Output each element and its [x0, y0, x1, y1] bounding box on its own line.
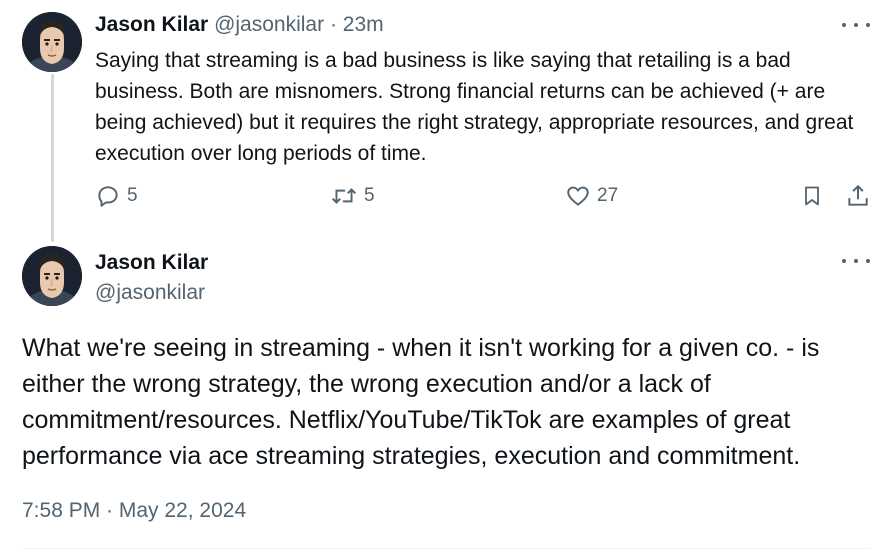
bookmark-button[interactable] [800, 183, 824, 209]
tweet-text: Saying that streaming is a bad business … [95, 49, 854, 165]
author-name[interactable]: Jason Kilar [95, 250, 208, 276]
repost-count: 5 [364, 185, 375, 206]
author-name[interactable]: Jason Kilar [95, 13, 208, 36]
avatar[interactable] [22, 12, 82, 72]
tweet-timestamp[interactable]: 7:58 PM · May 22, 2024 [22, 497, 246, 525]
avatar-illustration [22, 246, 82, 306]
divider [22, 548, 870, 549]
reply-count: 5 [127, 185, 138, 206]
like-icon [567, 186, 589, 206]
reply-icon [98, 186, 118, 207]
avatar[interactable] [22, 246, 82, 306]
header-separator: · [329, 13, 337, 36]
more-icon[interactable] [842, 20, 870, 30]
more-icon[interactable] [842, 256, 870, 266]
time-ago[interactable]: 23m [343, 13, 384, 36]
author-handle[interactable]: @jasonkilar [95, 280, 205, 306]
like-count: 27 [597, 185, 619, 206]
author-handle[interactable]: @jasonkilar [214, 13, 324, 36]
repost-button[interactable]: 5 [330, 183, 375, 209]
thread-connector-line [51, 74, 54, 242]
share-icon [848, 184, 868, 206]
tweet-header: Jason Kilar @jasonkilar · 23m [95, 12, 384, 38]
avatar-illustration [22, 12, 82, 72]
like-button[interactable]: 27 [565, 183, 618, 209]
share-button[interactable] [845, 183, 871, 209]
tweet-text: What we're seeing in streaming - when it… [22, 334, 820, 470]
reply-button[interactable]: 5 [95, 183, 138, 209]
bookmark-icon [805, 186, 819, 206]
repost-icon [332, 188, 356, 204]
